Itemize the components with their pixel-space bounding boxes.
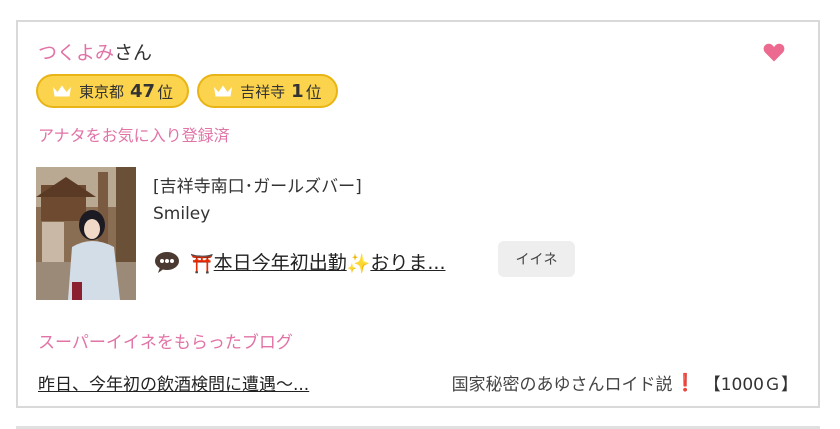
exclamation-icon: ❗ (674, 372, 696, 393)
profile-name[interactable]: つくよみさん (38, 40, 152, 66)
badge-rank: 47 (130, 80, 156, 102)
like-button[interactable]: イイネ (498, 241, 575, 277)
crown-icon (53, 85, 71, 97)
shop-category[interactable]: [吉祥寺南口･ガールズバー] (153, 172, 362, 197)
speech-bubble-icon (155, 251, 179, 273)
super-like-blog-heading: スーパーイイネをもらったブログ (38, 333, 293, 353)
badge-unit: 位 (157, 83, 174, 102)
post-text[interactable]: ⛩️ 本日 今年初出勤 ✨ おりま... (190, 248, 446, 275)
profile-name-text[interactable]: つくよみ (38, 42, 114, 64)
crown-icon (214, 85, 233, 97)
blog-liker-name: 国家秘密のあゆさんロイド説 (451, 375, 673, 395)
blog-liker[interactable]: 国家秘密のあゆさんロイド説 ❗ 【1000Ｇ】 (451, 370, 798, 396)
shop-name[interactable]: Smiley (153, 204, 210, 224)
blog-post-link[interactable]: 昨日、今年初の飲酒検問に遭遇〜... (38, 370, 309, 395)
gold-amount: 【1000Ｇ】 (703, 375, 798, 395)
badge-rank: 1 (291, 80, 304, 102)
profile-name-suffix: さん (114, 42, 153, 64)
favorite-card: つくよみさん 東京都 47 位 吉祥寺 1 位 アナタをお気に入り登録済 [吉祥… (16, 20, 820, 408)
heart-icon[interactable] (762, 40, 786, 64)
post-text-end: おりま... (370, 252, 446, 274)
badge-area: 吉祥寺 (240, 82, 286, 101)
badge-unit: 位 (305, 83, 322, 102)
ranking-badge-tokyo[interactable]: 東京都 47 位 (36, 74, 190, 108)
post-text-start: 本日 (213, 252, 252, 274)
latest-post[interactable]: ⛩️ 本日 今年初出勤 ✨ おりま... (154, 248, 446, 275)
post-text-highlight: 今年初出勤 (251, 252, 347, 274)
ranking-badge-kichijoji[interactable]: 吉祥寺 1 位 (197, 74, 338, 108)
sparkles-emoji: ✨ (346, 253, 371, 275)
ranking-badges: 東京都 47 位 吉祥寺 1 位 (36, 74, 338, 108)
favorite-registered-status: アナタをお気に入り登録済 (38, 126, 230, 145)
badge-area: 東京都 (79, 82, 125, 101)
profile-photo[interactable] (36, 167, 136, 300)
torii-emoji: ⛩️ (190, 253, 214, 275)
